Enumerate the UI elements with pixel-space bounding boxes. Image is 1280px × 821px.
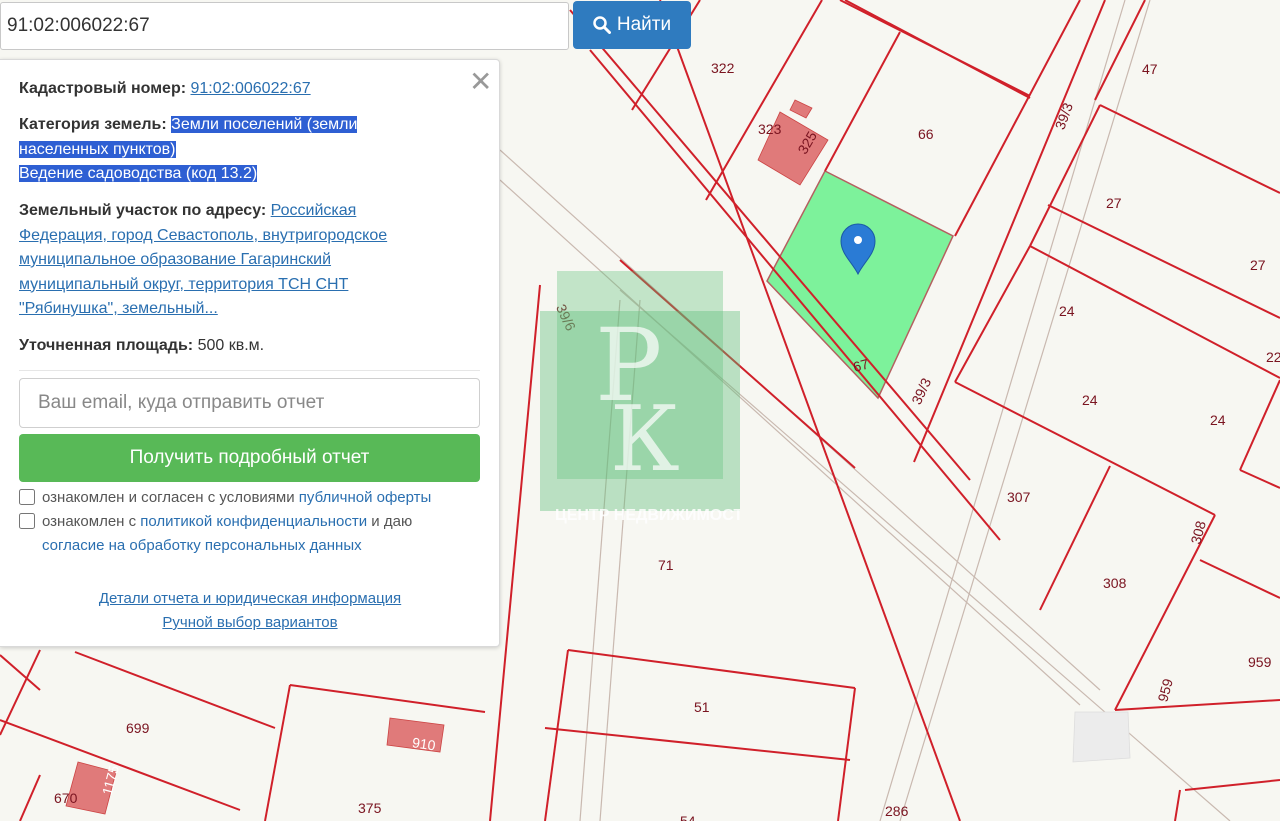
- offer-agreement-text: ознакомлен и согласен с условиями публич…: [42, 489, 432, 506]
- svg-text:308: 308: [1187, 519, 1209, 546]
- svg-text:375: 375: [358, 800, 382, 816]
- svg-text:307: 307: [1007, 489, 1031, 505]
- cadastral-number-label: Кадастровый номер:: [19, 80, 187, 97]
- search-button-label: Найти: [616, 14, 672, 35]
- svg-text:24: 24: [1082, 392, 1098, 408]
- svg-text:39/3: 39/3: [908, 375, 934, 407]
- area-value: 500 кв.м.: [197, 337, 265, 354]
- email-field[interactable]: [19, 378, 480, 428]
- svg-text:47: 47: [1142, 61, 1158, 77]
- parcel-info-panel: ✕ Кадастровый номер: 91:02:006022:67 Кат…: [0, 59, 500, 647]
- svg-text:ЦЕНТР НЕДВИЖИМОСТИ: ЦЕНТР НЕДВИЖИМОСТИ: [555, 507, 740, 524]
- watermark-logo: Р К ЦЕНТР НЕДВИЖИМОСТИ: [540, 270, 755, 540]
- svg-text:К: К: [610, 387, 680, 492]
- personal-data-consent-link[interactable]: согласие на обработку персональных данны…: [42, 537, 362, 554]
- search-button[interactable]: Найти: [573, 1, 691, 49]
- svg-text:323: 323: [758, 121, 782, 137]
- svg-text:27: 27: [1106, 195, 1122, 211]
- report-details-link[interactable]: Детали отчета и юридическая информация: [99, 590, 401, 607]
- svg-text:71: 71: [658, 557, 674, 573]
- land-category-row: Категория земель: Земли поселений (земли…: [19, 113, 358, 187]
- address-row: Земельный участок по адресу: Российская Ф…: [19, 199, 387, 322]
- manual-selection-link[interactable]: Ручной выбор вариантов: [162, 614, 337, 631]
- public-offer-link[interactable]: публичной оферты: [299, 489, 432, 506]
- svg-text:286: 286: [885, 803, 909, 819]
- svg-text:22: 22: [1266, 349, 1280, 365]
- get-report-button[interactable]: Получить подробный отчет: [19, 434, 480, 482]
- svg-text:959: 959: [1248, 654, 1272, 670]
- cadastral-number-row: Кадастровый номер: 91:02:006022:67: [19, 77, 311, 102]
- land-category-value-2: населенных пунктов): [19, 140, 176, 158]
- svg-text:54: 54: [680, 813, 696, 821]
- divider: [19, 370, 480, 371]
- address-link[interactable]: Российская Федерация, город Севастополь, …: [19, 202, 387, 317]
- land-use-value: Ведение садоводства (код 13.2): [19, 165, 258, 182]
- offer-agreement-checkbox[interactable]: [19, 489, 35, 505]
- svg-text:910: 910: [411, 734, 437, 753]
- address-label: Земельный участок по адресу:: [19, 202, 267, 219]
- close-icon[interactable]: ✕: [469, 68, 492, 96]
- svg-text:27: 27: [1250, 257, 1266, 273]
- svg-text:699: 699: [126, 720, 150, 736]
- report-details-link-row: Детали отчета и юридическая информация: [0, 590, 500, 607]
- svg-text:670: 670: [54, 790, 78, 806]
- area-label: Уточненная площадь:: [19, 337, 194, 354]
- svg-text:308: 308: [1103, 575, 1127, 591]
- svg-text:24: 24: [1059, 303, 1075, 319]
- privacy-consent-text: ознакомлен с политикой конфиденциальност…: [42, 513, 413, 554]
- privacy-policy-link[interactable]: политикой конфиденциальности: [140, 513, 367, 530]
- svg-text:322: 322: [711, 60, 735, 76]
- area-row: Уточненная площадь: 500 кв.м.: [19, 334, 264, 359]
- svg-text:39/3: 39/3: [1052, 100, 1076, 131]
- cadastral-number-link[interactable]: 91:02:006022:67: [191, 80, 311, 97]
- svg-text:51: 51: [694, 699, 710, 715]
- privacy-consent-checkbox[interactable]: [19, 513, 35, 529]
- land-category-value: Земли поселений (земли: [171, 116, 358, 133]
- svg-text:66: 66: [918, 126, 934, 142]
- land-category-label: Категория земель:: [19, 116, 167, 133]
- manual-selection-link-row: Ручной выбор вариантов: [0, 614, 500, 631]
- svg-text:959: 959: [1154, 677, 1176, 704]
- search-icon: [593, 16, 611, 34]
- search-input[interactable]: [0, 2, 569, 50]
- svg-text:24: 24: [1210, 412, 1226, 428]
